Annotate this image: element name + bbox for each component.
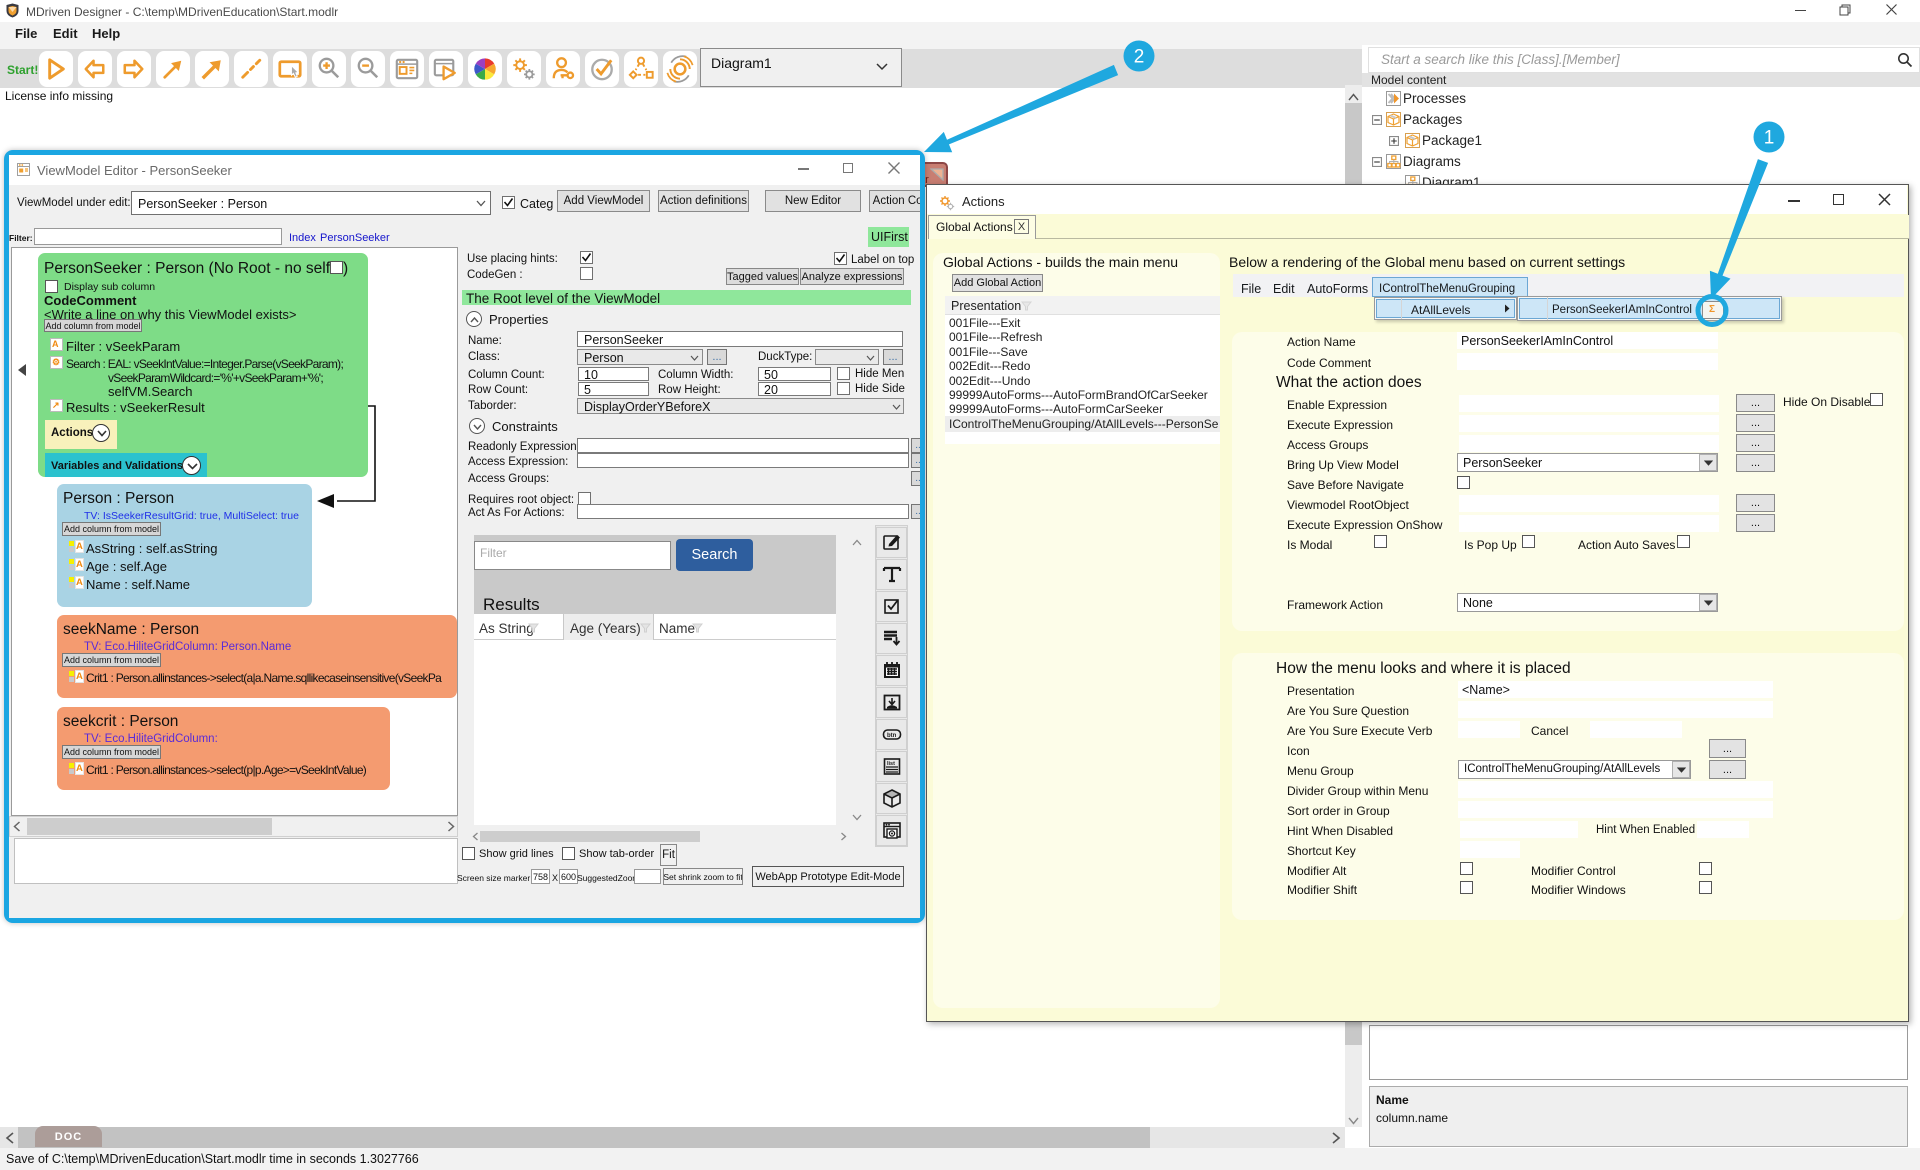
svg-text:1: 1 — [1764, 128, 1775, 149]
svg-text:btn: btn — [887, 733, 897, 739]
svg-text:list: list — [887, 761, 895, 767]
svg-text:2: 2 — [1134, 47, 1145, 68]
